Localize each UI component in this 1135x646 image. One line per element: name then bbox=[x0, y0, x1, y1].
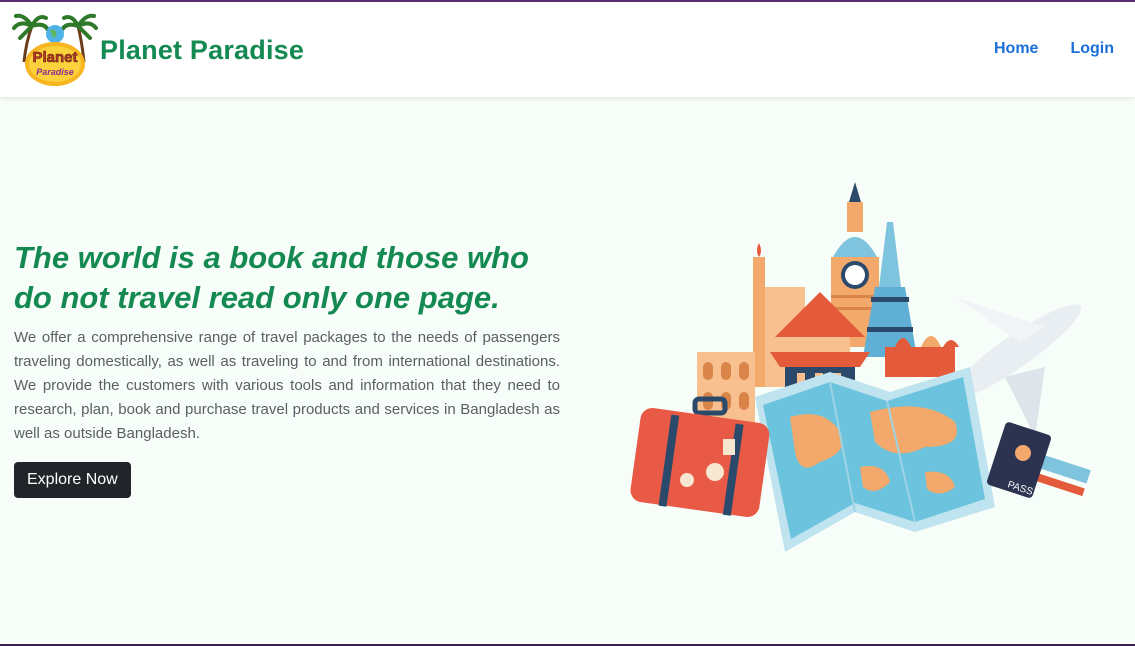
planet-paradise-logo: Planet Paradise bbox=[12, 13, 98, 86]
hero-section: The world is a book and those who do not… bbox=[14, 238, 560, 498]
travel-illustration: PASS bbox=[630, 182, 1091, 552]
world-map-icon bbox=[755, 367, 995, 552]
passport-icon: PASS bbox=[987, 422, 1091, 498]
brand-name[interactable]: Planet Paradise bbox=[100, 35, 304, 66]
logo-wordmark-top: Planet bbox=[32, 49, 77, 66]
hero-description: We offer a comprehensive range of travel… bbox=[14, 329, 560, 442]
navbar: Planet Paradise Planet Paradise Home Log… bbox=[0, 2, 1135, 97]
nav-home-link[interactable]: Home bbox=[994, 40, 1038, 58]
explore-now-button[interactable]: Explore Now bbox=[14, 462, 131, 498]
brand[interactable]: Planet Paradise Planet Paradise bbox=[12, 12, 304, 88]
hero-headline: The world is a book and those who do not… bbox=[14, 240, 529, 315]
nav-login-link[interactable]: Login bbox=[1070, 40, 1114, 58]
nav-links: Home Login bbox=[994, 40, 1114, 58]
logo-wordmark-bottom: Paradise bbox=[36, 67, 74, 77]
